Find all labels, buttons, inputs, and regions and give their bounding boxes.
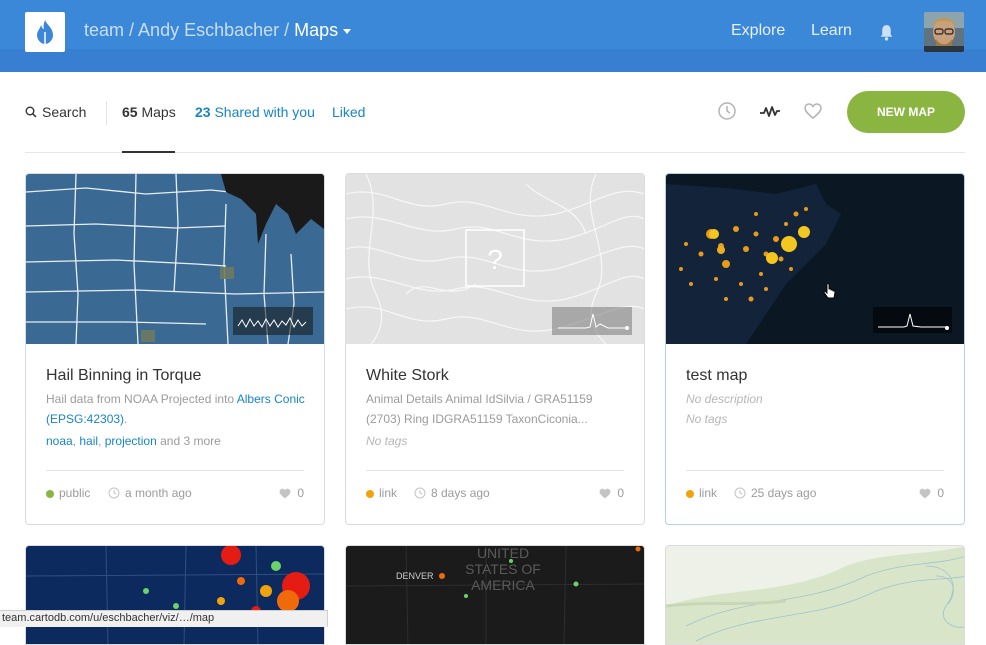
map-label-country: UNITED — [477, 546, 529, 561]
new-map-button[interactable]: NEW MAP — [847, 91, 965, 133]
clock-icon — [734, 487, 746, 499]
nav-explore[interactable]: Explore — [731, 22, 785, 40]
shared-count: 23 — [195, 104, 211, 120]
bell-icon[interactable] — [878, 24, 895, 46]
breadcrumb-team[interactable]: team / — [84, 20, 134, 40]
browser-status-url: team.cartodb.com/u/eschbacher/viz/…/map — [0, 610, 328, 627]
privacy-label: link — [379, 486, 398, 500]
likes-count: 0 — [617, 486, 624, 500]
pointer-cursor-icon — [823, 283, 836, 305]
card-footer: link 8 days ago 0 — [366, 486, 624, 502]
like-button[interactable]: 0 — [279, 486, 304, 500]
tag-link[interactable]: hail — [79, 434, 98, 448]
map-label-country: AMERICA — [471, 577, 535, 593]
divider — [686, 470, 944, 471]
map-card[interactable]: Hail Binning in Torque Hail data from NO… — [25, 173, 325, 525]
map-label-city: DENVER — [396, 571, 434, 581]
activity-icon[interactable] — [759, 101, 781, 126]
like-button[interactable]: 0 — [599, 486, 624, 500]
card-title[interactable]: White Stork — [366, 367, 449, 385]
breadcrumb: team / Andy Eschbacher / Maps — [84, 20, 352, 41]
breadcrumb-current[interactable]: Maps — [294, 20, 352, 40]
card-title[interactable]: Hail Binning in Torque — [46, 367, 201, 385]
tab-liked[interactable]: Liked — [332, 104, 365, 120]
map-thumbnail[interactable] — [666, 174, 964, 344]
search-button[interactable]: Search — [25, 104, 86, 120]
tag-link[interactable]: projection — [105, 434, 157, 448]
active-tab-indicator — [122, 151, 175, 153]
card-title[interactable]: test map — [686, 367, 747, 385]
search-label: Search — [42, 104, 87, 120]
map-card[interactable]: ? White Stork Animal Details Animal IdSi… — [345, 173, 645, 525]
divider — [46, 470, 304, 471]
map-card[interactable]: test map No description No tags link 25 … — [665, 173, 965, 525]
card-description-empty: No description — [686, 392, 763, 406]
privacy-label: link — [699, 486, 718, 500]
card-footer: public a month ago 0 — [46, 486, 304, 502]
time-label: 25 days ago — [751, 486, 817, 500]
clock-icon — [414, 487, 426, 499]
card-description: Animal Details Animal IdSilvia / GRA5115… — [366, 392, 593, 426]
time-label: 8 days ago — [431, 486, 490, 500]
map-thumbnail[interactable] — [666, 546, 965, 645]
privacy-status[interactable]: link — [366, 486, 397, 500]
filter-bar: Search 65 Maps 23 Shared with you Liked … — [25, 91, 965, 153]
time-label: a month ago — [125, 486, 192, 500]
svg-text:?: ? — [487, 244, 503, 275]
card-footer: link 25 days ago 0 — [686, 486, 944, 502]
nav-learn[interactable]: Learn — [811, 22, 852, 40]
map-label-country: STATES OF — [465, 561, 541, 577]
desc-suffix: . — [124, 412, 128, 426]
privacy-label: public — [59, 486, 91, 500]
tab-shared[interactable]: 23 Shared with you — [195, 104, 315, 120]
desc-prefix: Hail data from NOAA Projected into — [46, 392, 237, 406]
card-tags: noaa, hail, projection and 3 more — [46, 434, 221, 448]
maps-count: 65 — [122, 104, 138, 120]
map-card[interactable]: DENVER UNITED STATES OF AMERICA — [345, 545, 645, 645]
map-card[interactable] — [25, 545, 325, 645]
privacy-status[interactable]: link — [686, 486, 717, 500]
breadcrumb-current-label: Maps — [294, 20, 339, 40]
heart-icon — [599, 488, 611, 498]
status-dot-icon — [366, 489, 374, 498]
tags-more: and 3 more — [160, 434, 221, 448]
map-thumbnail[interactable] — [26, 174, 324, 344]
clock-icon — [108, 487, 120, 499]
search-icon — [25, 106, 37, 118]
updated-time: 8 days ago — [414, 486, 490, 500]
privacy-status[interactable]: public — [46, 486, 90, 500]
like-button[interactable]: 0 — [919, 486, 944, 500]
status-dot-icon — [686, 489, 694, 498]
heart-icon — [919, 488, 931, 498]
card-tags-empty: No tags — [686, 412, 728, 426]
map-thumbnail[interactable]: DENVER UNITED STATES OF AMERICA — [346, 546, 645, 645]
updated-time: 25 days ago — [734, 486, 816, 500]
user-avatar[interactable] — [924, 12, 964, 52]
card-description: Hail data from NOAA Projected into Alber… — [46, 389, 308, 429]
shared-label: Shared with you — [214, 104, 315, 120]
map-thumbnail[interactable]: ? — [346, 174, 644, 344]
flame-drop-logo-icon[interactable] — [25, 12, 65, 52]
status-dot-icon — [46, 489, 54, 498]
maps-label: Maps — [141, 104, 176, 120]
heart-icon — [279, 488, 291, 498]
heart-icon[interactable] — [803, 101, 823, 126]
likes-count: 0 — [937, 486, 944, 500]
card-tags-empty: No tags — [366, 434, 408, 448]
likes-count: 0 — [297, 486, 304, 500]
chevron-down-icon — [343, 28, 352, 34]
divider — [366, 470, 624, 471]
tab-maps[interactable]: 65 Maps — [122, 104, 176, 120]
header-lower-band — [0, 49, 986, 72]
updated-time: a month ago — [108, 486, 192, 500]
tag-link[interactable]: noaa — [46, 434, 73, 448]
map-card[interactable] — [665, 545, 965, 645]
top-header: team / Andy Eschbacher / Maps Explore Le… — [0, 0, 986, 72]
clock-icon[interactable] — [717, 101, 737, 126]
breadcrumb-user[interactable]: Andy Eschbacher / — [138, 20, 289, 40]
map-thumbnail[interactable] — [26, 546, 325, 645]
divider — [106, 101, 107, 125]
